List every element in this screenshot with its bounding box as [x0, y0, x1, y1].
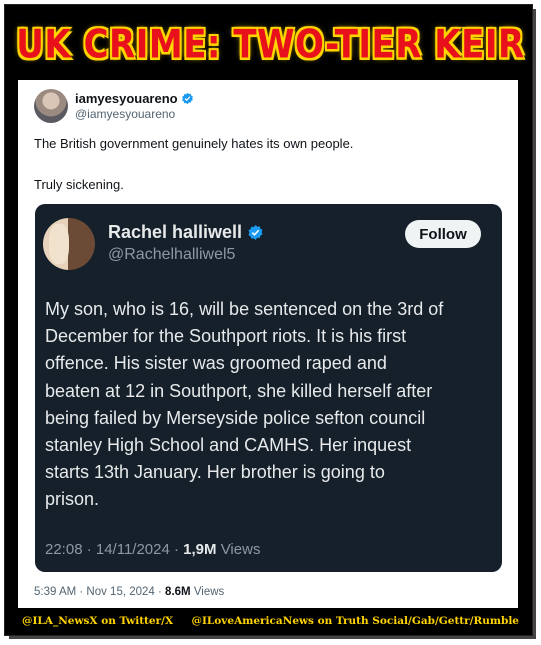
quoted-text: My son, who is 16, will be sentenced on … [45, 299, 444, 510]
quoted-author[interactable]: Rachel halliwell [108, 222, 264, 243]
quoted-views-count: 1,9M [183, 541, 217, 558]
footer-left: @ILA_NewsX on Twitter/X [22, 615, 174, 627]
banner: UK CRIME: TWO-TIER KEIR [14, 12, 527, 78]
tweet-author[interactable]: iamyesyouareno [75, 91, 194, 106]
footer-right: @ILoveAmericaNews on Truth Social/Gab/Ge… [191, 615, 519, 627]
verified-badge-icon [248, 225, 263, 240]
quoted-handle[interactable]: @Rachelhalliwel5 [108, 246, 235, 264]
verified-badge-icon [181, 92, 193, 105]
banner-title: UK CRIME: TWO-TIER KEIR [16, 22, 525, 68]
quoted-timestamp[interactable]: 22:08 · 14/11/2024 · [45, 541, 183, 558]
follow-button[interactable]: Follow [405, 220, 481, 248]
author-handle[interactable]: @iamyesyouareno [75, 107, 175, 121]
tweet-text: The British government genuinely hates i… [34, 136, 354, 151]
tweet-meta: 5:39 AM · Nov 15, 2024 · 8.6M Views [34, 586, 224, 598]
views-label: Views [190, 586, 225, 598]
quoted-meta: 22:08 · 14/11/2024 · 1,9M Views [45, 541, 260, 558]
display-name[interactable]: iamyesyouareno [75, 91, 178, 106]
avatar[interactable] [34, 89, 68, 123]
quoted-avatar[interactable] [43, 218, 95, 270]
quoted-tweet[interactable]: Rachel halliwell @Rachelhalliwel5 Follow… [35, 204, 502, 572]
views-count: 8.6M [165, 586, 191, 598]
quoted-display-name[interactable]: Rachel halliwell [108, 222, 242, 243]
tweet-text-2: Truly sickening. [34, 177, 124, 192]
tweet-timestamp[interactable]: 5:39 AM · Nov 15, 2024 · [34, 586, 165, 598]
tweet-card: iamyesyouareno @iamyesyouareno The Briti… [18, 80, 518, 608]
quoted-views-label: Views [216, 541, 261, 558]
footer: @ILA_NewsX on Twitter/X @ILoveAmericaNew… [14, 610, 527, 632]
